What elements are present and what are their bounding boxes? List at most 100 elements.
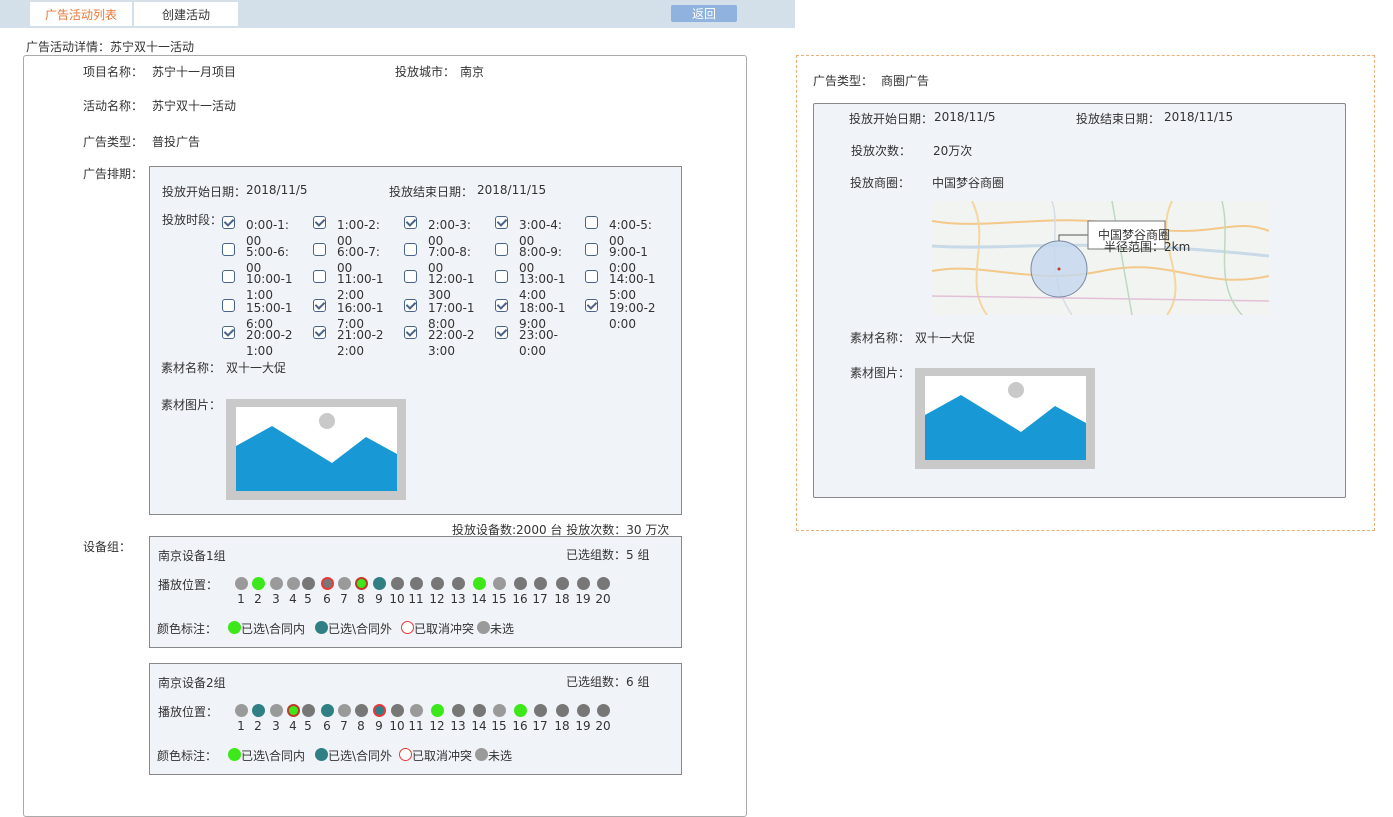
position-dot[interactable] — [431, 577, 444, 590]
time-slot-checkbox[interactable] — [495, 243, 508, 256]
legend-dot-icon — [477, 621, 490, 634]
device-group-name: 南京设备2组 — [158, 676, 226, 690]
time-slot-checkbox[interactable] — [404, 243, 417, 256]
time-slot-checkbox[interactable] — [495, 326, 508, 339]
position-dot[interactable] — [534, 704, 547, 717]
right-end-value: 2018/11/15 — [1164, 110, 1234, 124]
position-dot[interactable] — [577, 704, 590, 717]
time-slot-checkbox[interactable] — [404, 270, 417, 283]
material-image-placeholder — [226, 399, 406, 500]
position-dot[interactable] — [302, 704, 315, 717]
position-dot[interactable] — [556, 704, 569, 717]
position-dot[interactable] — [287, 704, 300, 717]
position-number: 10 — [389, 719, 405, 733]
position-dot[interactable] — [252, 704, 265, 717]
schedule-label: 广告排期： — [83, 167, 144, 181]
position-number: 12 — [429, 719, 445, 733]
position-number: 17 — [532, 719, 548, 733]
position-dot[interactable] — [410, 704, 423, 717]
position-dot[interactable] — [287, 577, 300, 590]
time-slot-checkbox[interactable] — [495, 270, 508, 283]
time-slot-checkbox[interactable] — [495, 299, 508, 312]
position-number: 16 — [512, 719, 528, 733]
right-end-label: 投放结束日期： — [1076, 112, 1161, 126]
time-slot-checkbox[interactable] — [222, 243, 235, 256]
position-dot[interactable] — [373, 577, 386, 590]
position-dot[interactable] — [514, 704, 527, 717]
time-slot-checkbox[interactable] — [585, 270, 598, 283]
position-dot[interactable] — [514, 577, 527, 590]
position-dot[interactable] — [410, 577, 423, 590]
position-dot[interactable] — [473, 577, 486, 590]
time-slot-checkbox[interactable] — [585, 216, 598, 229]
time-slot-checkbox[interactable] — [495, 216, 508, 229]
position-number: 8 — [357, 592, 365, 606]
time-slot-checkbox[interactable] — [222, 326, 235, 339]
position-dot[interactable] — [355, 577, 368, 590]
position-number: 15 — [491, 719, 507, 733]
time-slot-checkbox[interactable] — [313, 216, 326, 229]
time-slot-checkbox[interactable] — [222, 299, 235, 312]
time-slot-checkbox[interactable] — [222, 216, 235, 229]
legend-label: 颜色标注： — [157, 622, 218, 636]
position-dot[interactable] — [391, 577, 404, 590]
project-label: 项目名称： — [83, 65, 144, 79]
legend-text: 未选 — [490, 622, 515, 636]
time-slot-checkbox[interactable] — [313, 270, 326, 283]
position-dot[interactable] — [431, 704, 444, 717]
position-dot[interactable] — [270, 704, 283, 717]
position-dot[interactable] — [373, 704, 386, 717]
position-number: 9 — [375, 592, 383, 606]
time-slot-label: 20:00-21:00 — [246, 328, 293, 358]
position-dot[interactable] — [597, 704, 610, 717]
position-dot[interactable] — [473, 704, 486, 717]
legend-text: 已取消冲突 — [414, 622, 475, 636]
back-button[interactable]: 返回 — [671, 5, 737, 22]
position-dot[interactable] — [534, 577, 547, 590]
right-material-image-label: 素材图片： — [850, 366, 911, 380]
time-slot-label: 14:00-15:00 — [609, 272, 656, 302]
time-slot-checkbox[interactable] — [585, 243, 598, 256]
position-dot[interactable] — [493, 704, 506, 717]
position-dot[interactable] — [235, 704, 248, 717]
position-dot[interactable] — [235, 577, 248, 590]
position-dot[interactable] — [338, 704, 351, 717]
position-dot[interactable] — [355, 704, 368, 717]
position-dot[interactable] — [391, 704, 404, 717]
material-name-value: 双十一大促 — [226, 361, 287, 375]
time-slot-checkbox[interactable] — [404, 216, 417, 229]
position-dot[interactable] — [452, 704, 465, 717]
position-dot[interactable] — [597, 577, 610, 590]
time-slot-checkbox[interactable] — [222, 270, 235, 283]
position-number: 12 — [429, 592, 445, 606]
position-dot[interactable] — [556, 577, 569, 590]
position-number: 20 — [595, 719, 611, 733]
position-dot[interactable] — [302, 577, 315, 590]
time-slot-checkbox[interactable] — [404, 326, 417, 339]
position-dot[interactable] — [252, 577, 265, 590]
time-slot-checkbox[interactable] — [585, 299, 598, 312]
time-slot-label: 13:00-14:00 — [519, 272, 566, 302]
activity-value: 苏宁双十一活动 — [152, 99, 237, 113]
time-slot-checkbox[interactable] — [313, 243, 326, 256]
time-slot-checkbox[interactable] — [404, 299, 417, 312]
position-dot[interactable] — [452, 577, 465, 590]
position-dot[interactable] — [577, 577, 590, 590]
right-area-label: 投放商圈： — [850, 176, 911, 190]
position-dot[interactable] — [321, 704, 334, 717]
tab-create-activity[interactable]: 创建活动 — [134, 2, 239, 26]
device-group-name: 南京设备1组 — [158, 549, 226, 563]
page-title: 广告活动详情：苏宁双十一活动 — [26, 40, 195, 54]
position-number: 11 — [408, 719, 424, 733]
time-slot-checkbox[interactable] — [313, 299, 326, 312]
time-slot-checkbox[interactable] — [313, 326, 326, 339]
position-dot[interactable] — [270, 577, 283, 590]
business-area-map[interactable] — [932, 201, 1269, 315]
position-dot[interactable] — [321, 577, 334, 590]
legend-text: 已选\合同外 — [328, 622, 393, 636]
tab-ad-list[interactable]: 广告活动列表 — [30, 2, 133, 26]
position-number: 18 — [554, 719, 570, 733]
position-dot[interactable] — [493, 577, 506, 590]
position-number: 20 — [595, 592, 611, 606]
position-dot[interactable] — [338, 577, 351, 590]
